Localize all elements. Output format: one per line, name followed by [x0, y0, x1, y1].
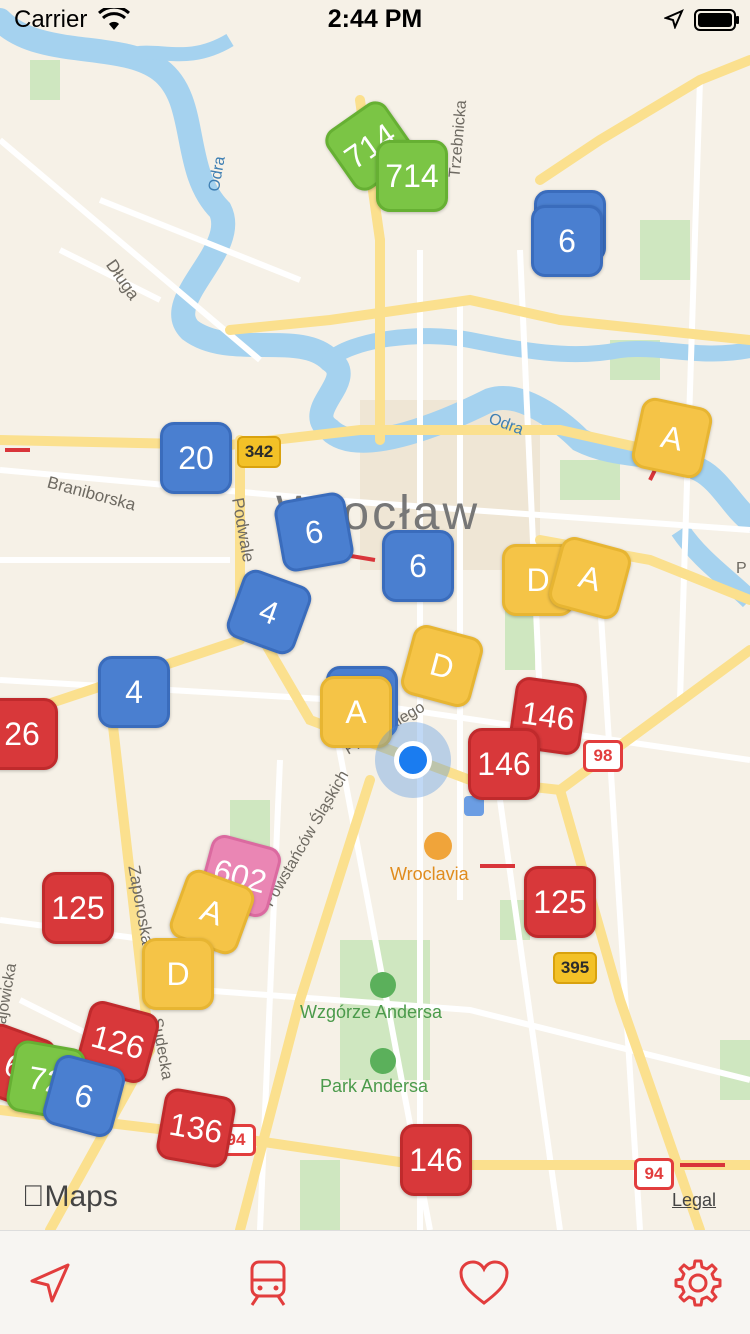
vehicle-marker[interactable]: 125 [524, 866, 596, 938]
road-shield: 98 [583, 740, 623, 772]
vehicle-marker[interactable]: 6 [382, 530, 454, 602]
vehicle-marker[interactable]: D [142, 938, 214, 1010]
maps-attribution: Maps [22, 1180, 118, 1213]
location-arrow-icon [30, 1263, 70, 1303]
vehicle-marker[interactable]: 4 [98, 656, 170, 728]
mall-icon [424, 832, 452, 860]
clock: 2:44 PM [327, 5, 423, 33]
tab-location[interactable] [22, 1255, 78, 1311]
tree-icon [370, 1048, 396, 1074]
vehicle-marker[interactable]: A [629, 395, 715, 481]
road-shield: 395 [553, 952, 597, 984]
tab-settings[interactable] [670, 1255, 726, 1311]
location-services-icon [663, 9, 684, 34]
poi-label: P [736, 560, 747, 577]
tab-bar [0, 1230, 750, 1334]
poi-label-wroclavia: Wroclavia [390, 864, 469, 884]
tab-vehicles[interactable] [240, 1255, 296, 1311]
vehicle-marker[interactable]: 136 [154, 1086, 238, 1170]
vehicle-marker[interactable]: 26 [0, 698, 58, 770]
legal-link[interactable]: Legal [672, 1190, 716, 1211]
vehicle-marker[interactable]: 125 [42, 872, 114, 944]
tree-icon [370, 972, 396, 998]
vehicle-marker[interactable]: 6 [531, 205, 603, 277]
road-shield: 94 [634, 1158, 674, 1190]
poi-label-park: Park Andersa [320, 1076, 429, 1096]
map-view[interactable]: Długa Braniborska Podwale Trzebnicka Zap… [0, 0, 750, 1230]
vehicle-marker[interactable]: 146 [400, 1124, 472, 1196]
battery-icon [694, 9, 740, 36]
vehicle-marker[interactable]: 6 [272, 490, 356, 574]
user-location-dot [375, 722, 451, 798]
gear-icon [674, 1259, 722, 1307]
heart-icon [459, 1260, 509, 1305]
road-shield: 342 [237, 436, 281, 468]
tab-favorites[interactable] [456, 1255, 512, 1311]
vehicle-marker[interactable]: 20 [160, 422, 232, 494]
tram-icon [250, 1260, 286, 1306]
status-bar: Carrier 2:44 PM [0, 0, 750, 40]
vehicle-marker[interactable]: 714 [376, 140, 448, 212]
poi-label-wzgorze: Wzgórze Andersa [300, 1002, 443, 1022]
vehicle-marker[interactable]: 146 [468, 728, 540, 800]
